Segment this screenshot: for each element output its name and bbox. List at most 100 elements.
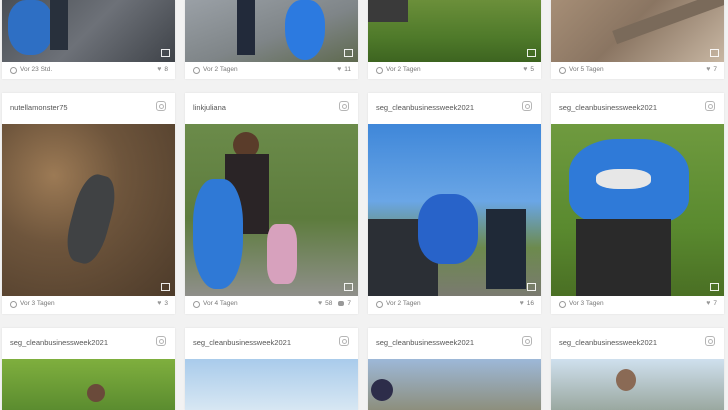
- post-stats: ♥ 11: [337, 66, 351, 73]
- post-username[interactable]: linkjuliana: [193, 103, 226, 112]
- instagram-icon[interactable]: [339, 336, 349, 346]
- post-card[interactable]: seg_cleanbusinessweek2021: [2, 328, 175, 410]
- instagram-icon[interactable]: [522, 336, 532, 346]
- post-card[interactable]: nutellamonster75 Vor 3 Tagen ♥ 3: [2, 93, 175, 314]
- post-card[interactable]: seg_cleanbusinessweek2021 Vor 2 Tagen ♥ …: [368, 93, 541, 314]
- post-stats: ♥ 7: [706, 300, 717, 307]
- post-photo[interactable]: [551, 0, 724, 62]
- post-meta: Vor 2 Tagen ♥ 16: [368, 296, 541, 314]
- like-count: 58: [325, 300, 333, 307]
- gallery-icon: [344, 49, 353, 57]
- post-photo[interactable]: [368, 359, 541, 410]
- cart-shape: [576, 219, 671, 296]
- gallery-icon: [344, 283, 353, 291]
- post-card[interactable]: seg_cleanbusinessweek2021 Vor 3 Tagen ♥ …: [551, 93, 724, 314]
- post-photo[interactable]: [2, 0, 175, 62]
- post-time: Vor 3 Tagen: [20, 300, 55, 307]
- post-time: Vor 2 Tagen: [203, 66, 238, 73]
- blue-bag-shape: [193, 179, 243, 289]
- clock-icon: [559, 67, 566, 74]
- like-count: 5: [530, 66, 534, 73]
- post-username[interactable]: nutellamonster75: [10, 103, 68, 112]
- post-meta: Vor 23 Std. ♥ 8: [2, 62, 175, 80]
- comment-count: 7: [347, 300, 351, 307]
- post-stats: ♥ 7: [706, 66, 717, 73]
- person-legs-shape: [237, 0, 255, 55]
- post-photo[interactable]: [185, 359, 358, 410]
- post-photo[interactable]: [368, 124, 541, 296]
- heart-icon: ♥: [523, 66, 528, 73]
- post-username[interactable]: seg_cleanbusinessweek2021: [376, 103, 474, 112]
- blue-bag-shape: [418, 194, 478, 264]
- person-legs-shape: [50, 0, 68, 50]
- post-time: Vor 4 Tagen: [203, 300, 238, 307]
- heart-icon: ♥: [317, 300, 323, 307]
- post-photo[interactable]: [2, 359, 175, 410]
- post-stats: ♥ 16: [520, 300, 534, 307]
- post-header: seg_cleanbusinessweek2021: [368, 93, 541, 124]
- like-count: 11: [344, 66, 351, 73]
- gallery-icon: [161, 49, 170, 57]
- blue-bag-shape: [285, 0, 325, 60]
- instagram-icon[interactable]: [339, 101, 349, 111]
- clock-icon: [10, 301, 17, 308]
- instagram-icon[interactable]: [705, 101, 715, 111]
- bin-shape: [368, 0, 408, 22]
- gallery-icon: [710, 283, 719, 291]
- social-wall-grid: Vor 23 Std. ♥ 8 Vor 2 Tagen ♥ 11 Vor 2 T…: [0, 0, 728, 410]
- post-header: seg_cleanbusinessweek2021: [551, 93, 724, 124]
- post-card[interactable]: Vor 5 Tagen ♥ 7: [551, 0, 724, 79]
- post-username[interactable]: seg_cleanbusinessweek2021: [193, 338, 291, 347]
- post-card[interactable]: seg_cleanbusinessweek2021: [368, 328, 541, 410]
- post-time: Vor 5 Tagen: [569, 66, 604, 73]
- post-photo[interactable]: [2, 124, 175, 296]
- post-stats: ♥ 58 7: [318, 300, 351, 307]
- heart-icon: ♥: [157, 300, 162, 307]
- post-time: Vor 23 Std.: [20, 66, 53, 73]
- post-card[interactable]: Vor 23 Std. ♥ 8: [2, 0, 175, 79]
- post-card[interactable]: linkjuliana Vor 4 Tagen ♥ 58 7: [185, 93, 358, 314]
- gallery-icon: [710, 49, 719, 57]
- heart-icon: ♥: [519, 300, 524, 307]
- blue-bag-shape: [8, 0, 53, 55]
- heart-icon: ♥: [337, 66, 342, 73]
- instagram-icon[interactable]: [705, 336, 715, 346]
- instagram-icon[interactable]: [156, 101, 166, 111]
- post-meta: Vor 2 Tagen ♥ 5: [368, 62, 541, 80]
- clock-icon: [376, 67, 383, 74]
- post-header: seg_cleanbusinessweek2021: [551, 328, 724, 359]
- heart-icon: ♥: [706, 300, 711, 307]
- post-username[interactable]: seg_cleanbusinessweek2021: [10, 338, 108, 347]
- post-username[interactable]: seg_cleanbusinessweek2021: [559, 338, 657, 347]
- instagram-icon[interactable]: [522, 101, 532, 111]
- post-card[interactable]: seg_cleanbusinessweek2021: [185, 328, 358, 410]
- post-username[interactable]: seg_cleanbusinessweek2021: [376, 338, 474, 347]
- post-meta: Vor 3 Tagen ♥ 3: [2, 296, 175, 314]
- post-photo[interactable]: [185, 0, 358, 62]
- post-username[interactable]: seg_cleanbusinessweek2021: [559, 103, 657, 112]
- branch-shape: [612, 0, 724, 45]
- post-time: Vor 2 Tagen: [386, 300, 421, 307]
- like-count: 3: [164, 300, 168, 307]
- like-count: 7: [713, 300, 717, 307]
- instagram-icon[interactable]: [156, 336, 166, 346]
- comment-icon: [338, 301, 345, 306]
- gallery-icon: [527, 283, 536, 291]
- post-card[interactable]: Vor 2 Tagen ♥ 5: [368, 0, 541, 79]
- clock-icon: [376, 301, 383, 308]
- post-header: seg_cleanbusinessweek2021: [368, 328, 541, 359]
- person-shape: [486, 209, 526, 289]
- post-photo[interactable]: [368, 0, 541, 62]
- post-card[interactable]: Vor 2 Tagen ♥ 11: [185, 0, 358, 79]
- post-photo[interactable]: [185, 124, 358, 296]
- post-stats: ♥ 8: [157, 66, 168, 73]
- post-card[interactable]: seg_cleanbusinessweek2021: [551, 328, 724, 410]
- gallery-icon: [161, 283, 170, 291]
- post-stats: ♥ 3: [157, 300, 168, 307]
- post-time: Vor 3 Tagen: [569, 300, 604, 307]
- post-photo[interactable]: [551, 124, 724, 296]
- post-meta: Vor 5 Tagen ♥ 7: [551, 62, 724, 80]
- glove-shape: [61, 170, 121, 268]
- post-header: seg_cleanbusinessweek2021: [2, 328, 175, 359]
- post-photo[interactable]: [551, 359, 724, 410]
